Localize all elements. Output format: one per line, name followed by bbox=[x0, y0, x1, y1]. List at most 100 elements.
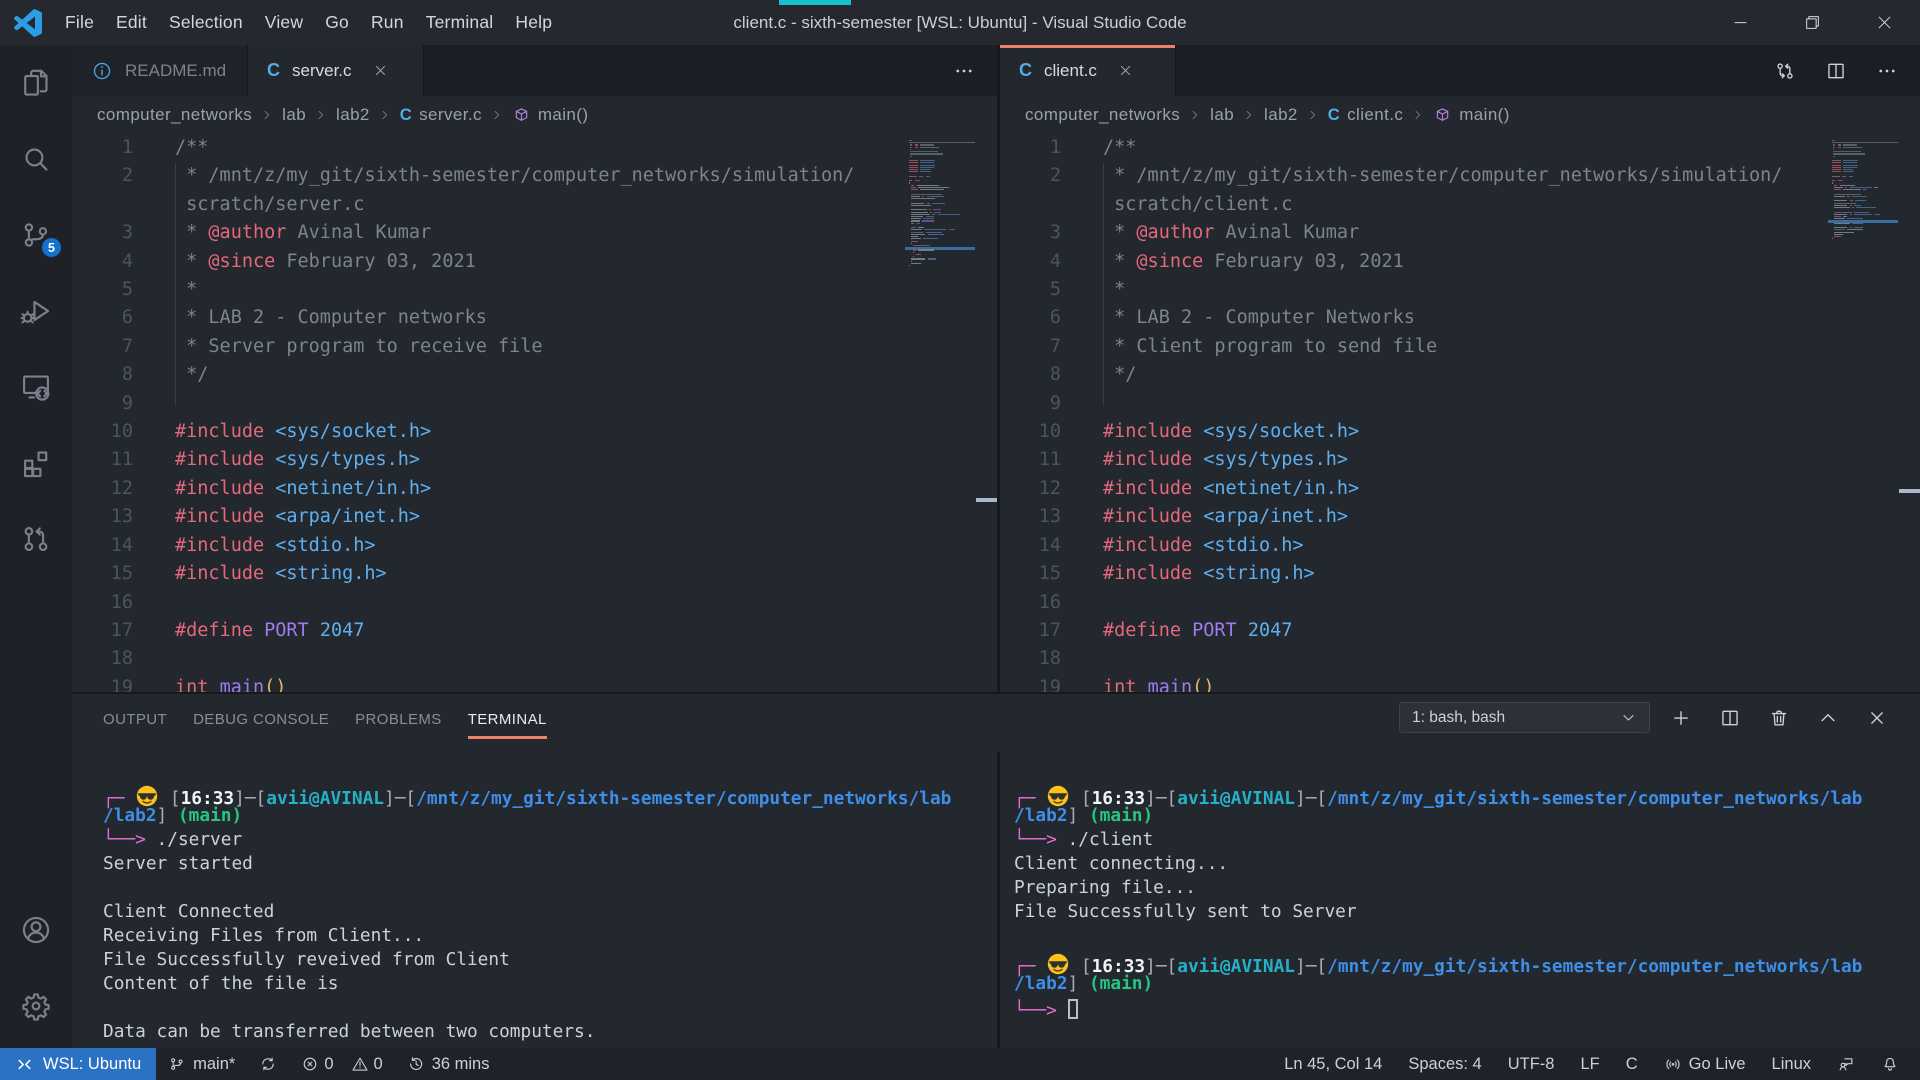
terminal-pane-server[interactable]: ┌─ [16:33]─[avii@AVINAL]─[/mnt/z/my_git/… bbox=[72, 752, 997, 1048]
status-feedback[interactable] bbox=[1824, 1048, 1868, 1080]
status-time-tracker[interactable]: 36 mins bbox=[395, 1048, 502, 1080]
status-encoding[interactable]: UTF-8 bbox=[1495, 1048, 1568, 1080]
breadcrumb-separator bbox=[259, 107, 275, 123]
code-line: 17#define PORT 2047 bbox=[72, 617, 997, 645]
status-branch[interactable]: main* bbox=[156, 1048, 247, 1080]
terminal-line bbox=[1014, 924, 1920, 948]
breadcrumb-server-c[interactable]: Cserver.c bbox=[400, 105, 482, 125]
tab-readme-md[interactable]: README.md bbox=[72, 45, 248, 96]
menu-go[interactable]: Go bbox=[314, 0, 360, 45]
breadcrumb-computer-networks[interactable]: computer_networks bbox=[1025, 105, 1180, 125]
open-changes-button[interactable] bbox=[1774, 60, 1796, 82]
status-language-mode[interactable]: C bbox=[1613, 1048, 1651, 1080]
tab-server-c[interactable]: Cserver.c bbox=[248, 45, 424, 96]
breadcrumb-lab2[interactable]: lab2 bbox=[336, 105, 370, 125]
panel-tab-output[interactable]: OUTPUT bbox=[103, 694, 167, 752]
window-minimize-icon bbox=[1731, 13, 1750, 32]
status-remote-indicator[interactable]: WSL: Ubuntu bbox=[0, 1048, 156, 1080]
line-number: 8 bbox=[1000, 361, 1061, 389]
panel-tab-debug-console[interactable]: DEBUG CONSOLE bbox=[193, 694, 329, 752]
status-label: 36 mins bbox=[432, 1055, 490, 1074]
panel-trash-button[interactable] bbox=[1768, 707, 1790, 729]
workbench: 5 README.mdCserver.ccomputer_networkslab… bbox=[0, 45, 1920, 1048]
breadcrumb-computer-networks[interactable]: computer_networks bbox=[97, 105, 252, 125]
line-number: 10 bbox=[72, 418, 133, 446]
symbol-method-icon bbox=[1433, 106, 1452, 125]
activity-source-control[interactable]: 5 bbox=[0, 197, 72, 273]
window-minimize-button[interactable] bbox=[1704, 0, 1776, 45]
activity-extensions[interactable] bbox=[0, 425, 72, 501]
terminal-line: ┌─ [16:33]─[avii@AVINAL]─[/mnt/z/my_git/… bbox=[1014, 948, 1920, 972]
tab-bar-right: Cclient.c bbox=[1000, 45, 1920, 96]
line-number: 3 bbox=[72, 219, 133, 247]
status-eol[interactable]: LF bbox=[1567, 1048, 1612, 1080]
menu-edit[interactable]: Edit bbox=[105, 0, 158, 45]
editor-area: README.mdCserver.ccomputer_networkslabla… bbox=[72, 45, 1920, 692]
code-editor-right[interactable]: 1/**2 * /mnt/z/my_git/sixth-semester/com… bbox=[1000, 134, 1920, 692]
status-problems[interactable]: 00 bbox=[289, 1048, 394, 1080]
line-content: scratch/server.c bbox=[175, 191, 364, 219]
search-icon bbox=[19, 142, 53, 176]
breadcrumb-main[interactable]: main() bbox=[512, 105, 589, 125]
activity-run-and-debug[interactable] bbox=[0, 273, 72, 349]
chevron-right-icon bbox=[259, 107, 275, 123]
terminal-pane-client[interactable]: ┌─ [16:33]─[avii@AVINAL]─[/mnt/z/my_git/… bbox=[1000, 752, 1920, 1048]
status-indentation[interactable]: Spaces: 4 bbox=[1395, 1048, 1494, 1080]
ellipsis-button[interactable] bbox=[953, 60, 975, 82]
activity-remote-explorer[interactable] bbox=[0, 349, 72, 425]
indent-guide bbox=[1103, 163, 1104, 406]
tab-close-button[interactable] bbox=[1117, 62, 1134, 79]
tab-close-button[interactable] bbox=[372, 62, 389, 79]
status-notifications[interactable] bbox=[1868, 1048, 1912, 1080]
status-label: main* bbox=[193, 1055, 235, 1074]
add-icon bbox=[1670, 707, 1692, 729]
trash-icon bbox=[1768, 707, 1790, 729]
menu-terminal[interactable]: Terminal bbox=[415, 0, 505, 45]
menu-view[interactable]: View bbox=[254, 0, 314, 45]
breadcrumb-main[interactable]: main() bbox=[1433, 105, 1510, 125]
chevron-right-icon bbox=[1241, 107, 1257, 123]
panel-add-button[interactable] bbox=[1670, 707, 1692, 729]
menu-run[interactable]: Run bbox=[360, 0, 415, 45]
status-sync[interactable] bbox=[247, 1048, 289, 1080]
activity-github-pull-requests[interactable] bbox=[0, 501, 72, 577]
breadcrumb-lab[interactable]: lab bbox=[1210, 105, 1234, 125]
menu-help[interactable]: Help bbox=[504, 0, 563, 45]
line-number: 14 bbox=[1000, 532, 1061, 560]
activity-explorer[interactable] bbox=[0, 45, 72, 121]
breadcrumb-client-c[interactable]: Cclient.c bbox=[1328, 105, 1403, 125]
status-cursor-position[interactable]: Ln 45, Col 14 bbox=[1271, 1048, 1395, 1080]
ellipsis-icon bbox=[953, 60, 975, 82]
chevron-right-icon bbox=[489, 107, 505, 123]
panel-close-button[interactable] bbox=[1866, 707, 1888, 729]
panel-tab-problems[interactable]: PROBLEMS bbox=[355, 694, 442, 752]
code-line: 8 */ bbox=[1000, 361, 1920, 389]
remote-icon bbox=[15, 1055, 34, 1074]
activity-manage[interactable] bbox=[0, 972, 72, 1048]
panel-split-pane-button[interactable] bbox=[1719, 707, 1741, 729]
panel-chevron-up-button[interactable] bbox=[1817, 707, 1839, 729]
code-line: 4 * @since February 03, 2021 bbox=[1000, 248, 1920, 276]
window-restore-button[interactable] bbox=[1776, 0, 1848, 45]
breadcrumb-lab2[interactable]: lab2 bbox=[1264, 105, 1298, 125]
terminal-line: Receiving Files from Client... bbox=[103, 924, 997, 948]
activity-accounts[interactable] bbox=[0, 896, 72, 972]
activity-search[interactable] bbox=[0, 121, 72, 197]
terminal-picker-dropdown[interactable]: 1: bash, bash bbox=[1399, 702, 1650, 733]
code-line: 19int main() bbox=[1000, 674, 1920, 692]
line-content: */ bbox=[175, 361, 208, 389]
minimap-left[interactable] bbox=[905, 140, 975, 267]
split-editor-button[interactable] bbox=[1825, 60, 1847, 82]
tab-client-c[interactable]: Cclient.c bbox=[1000, 45, 1176, 96]
status-go-live[interactable]: Go Live bbox=[1651, 1048, 1759, 1080]
panel-tab-terminal[interactable]: TERMINAL bbox=[468, 694, 547, 752]
line-content: #include <netinet/in.h> bbox=[1103, 475, 1359, 503]
code-editor-left[interactable]: 1/**2 * /mnt/z/my_git/sixth-semester/com… bbox=[72, 134, 997, 692]
ellipsis-button[interactable] bbox=[1876, 60, 1898, 82]
breadcrumb-lab[interactable]: lab bbox=[282, 105, 306, 125]
menu-selection[interactable]: Selection bbox=[158, 0, 254, 45]
window-close-button[interactable] bbox=[1848, 0, 1920, 45]
minimap-right[interactable] bbox=[1828, 140, 1898, 241]
status-linux[interactable]: Linux bbox=[1759, 1048, 1824, 1080]
menu-file[interactable]: File bbox=[54, 0, 105, 45]
